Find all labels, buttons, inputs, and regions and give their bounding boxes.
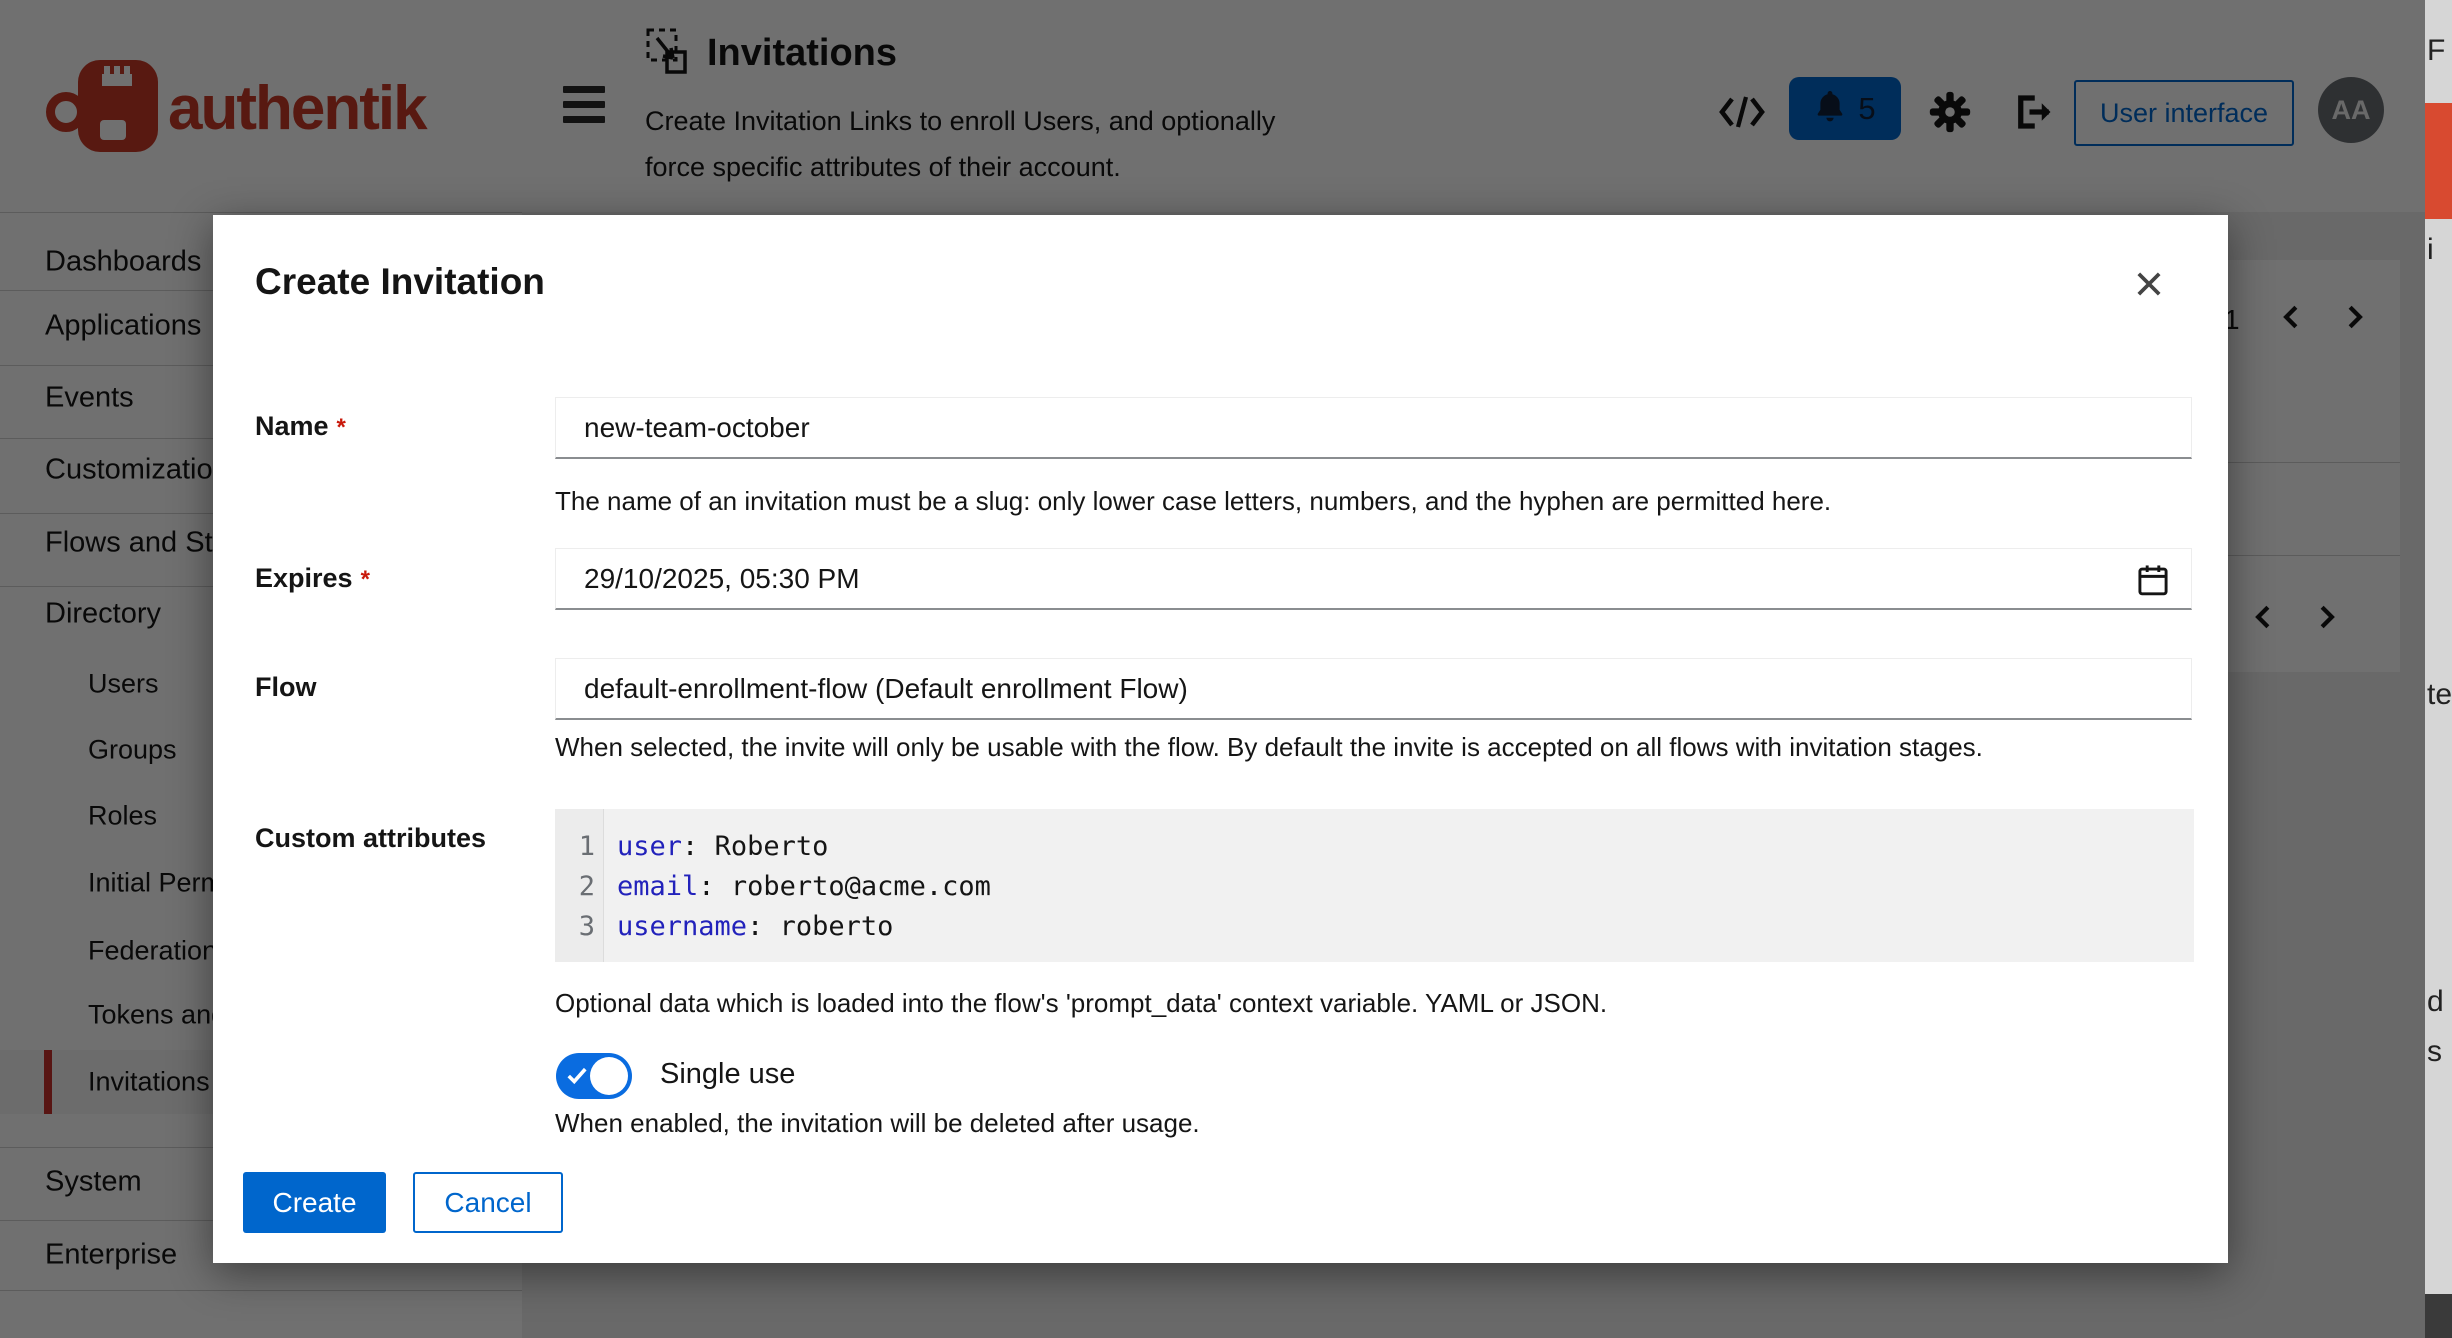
code-line: user: Roberto <box>617 827 828 867</box>
flow-select[interactable]: default-enrollment-flow (Default enrollm… <box>555 658 2192 720</box>
single-use-toggle[interactable] <box>556 1053 632 1099</box>
custom-attributes-label: Custom attributes <box>255 823 486 854</box>
close-icon[interactable] <box>2132 267 2166 301</box>
edge-dark-block <box>2425 1294 2452 1338</box>
flow-label: Flow <box>255 672 317 703</box>
modal-title: Create Invitation <box>255 261 545 303</box>
check-icon <box>566 1066 588 1086</box>
calendar-icon[interactable] <box>2137 563 2169 604</box>
custom-attributes-code-editor[interactable]: 1 user: Roberto 2 email: roberto@acme.co… <box>555 809 2194 962</box>
single-use-helper-text: When enabled, the invitation will be del… <box>555 1108 1200 1139</box>
line-number: 1 <box>555 827 595 867</box>
cancel-button[interactable]: Cancel <box>413 1172 563 1233</box>
right-edge-sliver: F i te d s <box>2425 0 2452 1338</box>
create-button[interactable]: Create <box>243 1172 386 1233</box>
name-label: Name* <box>255 411 346 442</box>
required-marker: * <box>361 566 370 593</box>
app-root: authentik Invitations Create Invitation … <box>0 0 2452 1338</box>
create-invitation-modal: Create Invitation Name* new-team-october… <box>213 215 2228 1263</box>
line-number: 2 <box>555 867 595 907</box>
name-input[interactable]: new-team-october <box>555 397 2192 459</box>
single-use-label: Single use <box>660 1058 795 1091</box>
custom-attributes-helper-text: Optional data which is loaded into the f… <box>555 988 1607 1019</box>
code-line: email: roberto@acme.com <box>617 867 991 907</box>
required-marker: * <box>337 414 346 441</box>
expires-label: Expires* <box>255 563 370 594</box>
name-helper-text: The name of an invitation must be a slug… <box>555 486 1831 517</box>
edge-red-block <box>2425 103 2452 219</box>
code-line: username: roberto <box>617 907 893 947</box>
line-number: 3 <box>555 907 595 947</box>
flow-helper-text: When selected, the invite will only be u… <box>555 732 1983 763</box>
expires-datetime-input[interactable]: 29/10/2025, 05:30 PM <box>555 548 2192 610</box>
toggle-knob <box>590 1057 628 1095</box>
